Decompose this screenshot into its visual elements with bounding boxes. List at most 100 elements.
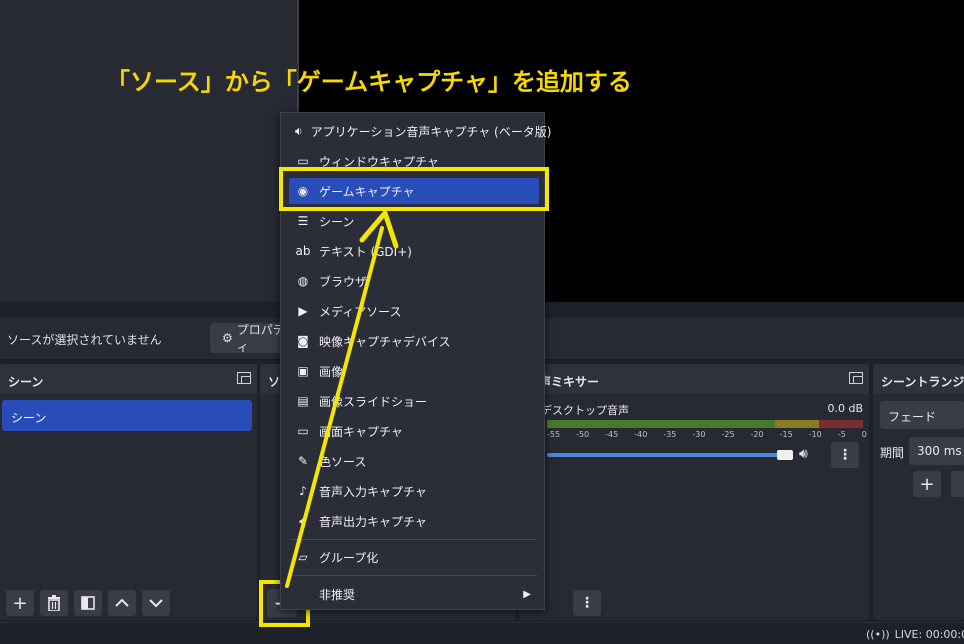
transitions-title-text: シーントランジション bbox=[881, 375, 964, 389]
live-timer: LIVE: 00:00:00 bbox=[894, 628, 964, 641]
broadcast-icon: ((•)) bbox=[866, 628, 890, 641]
mixer-device-name: デスクトップ音声 bbox=[541, 404, 629, 417]
add-transition-button[interactable]: + bbox=[913, 471, 941, 497]
menu-item-label: アプリケーション音声キャプチャ (ベータ版) bbox=[310, 124, 552, 139]
menu-item-label: 音声出力キャプチャ bbox=[319, 514, 427, 529]
remove-scene-button[interactable] bbox=[40, 590, 68, 616]
scene-list-item[interactable]: シーン bbox=[2, 400, 252, 431]
transition-select[interactable]: フェード bbox=[880, 401, 964, 429]
chevron-up-icon bbox=[115, 598, 129, 607]
meter-ticks: -55 -50 -45 -40 -35 -30 -25 -20 -15 -10 -5 0 bbox=[547, 430, 867, 442]
meter-tick-label: -10 bbox=[808, 430, 822, 439]
meter-tick-label: -30 bbox=[692, 430, 706, 439]
mixer-dock-title: 音声ミキサー bbox=[519, 364, 869, 394]
speaker-icon[interactable]: 🔊︎ bbox=[799, 446, 808, 462]
meter-tick-label: 0 bbox=[861, 430, 867, 439]
undock-icon[interactable] bbox=[849, 372, 863, 384]
meter-tick-label: -45 bbox=[605, 430, 619, 439]
monitor-icon: ▭ bbox=[297, 424, 309, 438]
chevron-down-icon bbox=[149, 599, 163, 608]
mixer-level: 0.0 dB bbox=[827, 402, 863, 415]
scenes-dock-title: シーン bbox=[0, 364, 257, 394]
submenu-arrow-icon: ▶ bbox=[523, 588, 531, 600]
meter-tick-label: -55 bbox=[547, 430, 561, 439]
meter-tick-label: -20 bbox=[750, 430, 764, 439]
add-scene-button[interactable]: + bbox=[6, 590, 34, 616]
menu-item-label: テキスト (GDI+) bbox=[319, 244, 412, 259]
mixer-menu-button[interactable]: ⋮ bbox=[831, 442, 859, 468]
list-icon: ☰ bbox=[297, 214, 309, 228]
menu-item-13[interactable]: 🔈︎ 音声出力キャプチャ bbox=[289, 508, 539, 534]
volume-meter bbox=[547, 420, 863, 428]
menu-item-label: グループ化 bbox=[319, 550, 379, 565]
play-icon: ▶ bbox=[298, 304, 308, 318]
menu-item-label: 音声入力キャプチャ bbox=[319, 484, 427, 499]
volume-slider-track[interactable] bbox=[547, 453, 787, 457]
menu-item-label: 映像キャプチャデバイス bbox=[319, 334, 451, 349]
folder-icon: ▱ bbox=[298, 550, 308, 564]
menu-separator bbox=[291, 539, 537, 540]
mixer-settings-button[interactable]: ⋮ bbox=[573, 590, 601, 616]
duration-label: 期間 bbox=[880, 446, 905, 460]
scenes-dock: シーン シーン + bbox=[0, 364, 257, 620]
instruction-annotation: 「ソース」から「ゲームキャプチャ」を追加する bbox=[106, 68, 632, 96]
menu-item-label: 画像 bbox=[319, 364, 344, 379]
remove-transition-button[interactable] bbox=[951, 471, 964, 497]
menu-item-label: シーン bbox=[319, 214, 355, 229]
menu-item-11[interactable]: ✎ 色ソース bbox=[289, 448, 539, 474]
menu-item-deprecated[interactable]: 非推奨 ▶ bbox=[289, 581, 539, 607]
image-icon: ▣ bbox=[297, 364, 309, 378]
status-bar: ((•)) LIVE: 00:00:00 bbox=[0, 622, 964, 644]
meter-tick-label: -50 bbox=[576, 430, 590, 439]
undock-icon[interactable] bbox=[237, 372, 251, 384]
properties-button[interactable]: ⚙ プロパティ bbox=[210, 323, 290, 354]
move-scene-down-button[interactable] bbox=[142, 590, 170, 616]
text-icon: ab bbox=[295, 244, 311, 258]
filter-icon bbox=[81, 596, 95, 610]
app-audio-icon: 🔉︎ bbox=[295, 123, 303, 138]
microphone-icon: ♪ bbox=[299, 484, 307, 498]
slideshow-icon: ▤ bbox=[297, 394, 309, 408]
trash-icon bbox=[48, 595, 60, 611]
menu-item-label: 画像スライドショー bbox=[319, 394, 428, 409]
menu-item-label: 色ソース bbox=[319, 454, 367, 469]
meter-tick-label: -15 bbox=[779, 430, 793, 439]
preview-left-panel bbox=[0, 0, 297, 302]
menu-item-label: メディアソース bbox=[319, 304, 402, 319]
no-source-selected-text: ソースが選択されていません bbox=[7, 333, 162, 347]
speaker-icon: 🔈︎ bbox=[299, 513, 307, 528]
scenes-title-text: シーン bbox=[8, 375, 44, 389]
brush-icon: ✎ bbox=[297, 454, 309, 468]
live-status: ((•)) LIVE: 00:00:00 bbox=[866, 628, 964, 641]
move-scene-up-button[interactable] bbox=[108, 590, 136, 616]
meter-tick-label: -35 bbox=[663, 430, 677, 439]
menu-item-label: 非推奨 bbox=[319, 587, 356, 602]
audio-mixer-dock: 音声ミキサー デスクトップ音声 0.0 dB -55 -50 -45 -40 -35 -3… bbox=[519, 364, 869, 620]
meter-tick-label: -25 bbox=[721, 430, 735, 439]
menu-item-3[interactable]: ☰ シーン bbox=[289, 208, 539, 234]
menu-item-12[interactable]: ♪ 音声入力キャプチャ bbox=[289, 478, 539, 504]
blank-icon bbox=[295, 586, 311, 602]
menu-separator bbox=[291, 575, 537, 576]
menu-item-6[interactable]: ▶ メディアソース bbox=[289, 298, 539, 324]
menu-item-5[interactable]: ◍ ブラウザ bbox=[289, 268, 539, 294]
menu-item-8[interactable]: ▣ 画像 bbox=[289, 358, 539, 384]
camera-icon: ◙ bbox=[297, 334, 309, 348]
transitions-dock-title: シーントランジション bbox=[873, 364, 964, 394]
menu-item-10[interactable]: ▭ 画面キャプチャ bbox=[289, 418, 539, 444]
menu-item-7[interactable]: ◙ 映像キャプチャデバイス bbox=[289, 328, 539, 354]
gear-icon: ⚙ bbox=[222, 331, 233, 345]
menu-item-group[interactable]: ▱ グループ化 bbox=[289, 544, 539, 570]
game-capture-highlight bbox=[279, 167, 549, 211]
globe-icon: ◍ bbox=[297, 274, 309, 288]
menu-item-label: ブラウザ bbox=[319, 274, 368, 289]
menu-item-4[interactable]: ab テキスト (GDI+) bbox=[289, 238, 539, 264]
menu-item-0[interactable]: 🔉︎ アプリケーション音声キャプチャ (ベータ版) bbox=[289, 118, 551, 144]
scene-filters-button[interactable] bbox=[74, 590, 102, 616]
menu-item-9[interactable]: ▤ 画像スライドショー bbox=[289, 388, 539, 414]
volume-slider-thumb[interactable] bbox=[777, 450, 793, 460]
duration-field[interactable]: 300 ms bbox=[909, 437, 964, 465]
meter-tick-label: -5 bbox=[837, 430, 846, 439]
scenes-toolbar: + bbox=[0, 586, 257, 620]
scene-transitions-dock: シーントランジション フェード 期間 300 ms + bbox=[873, 364, 964, 620]
